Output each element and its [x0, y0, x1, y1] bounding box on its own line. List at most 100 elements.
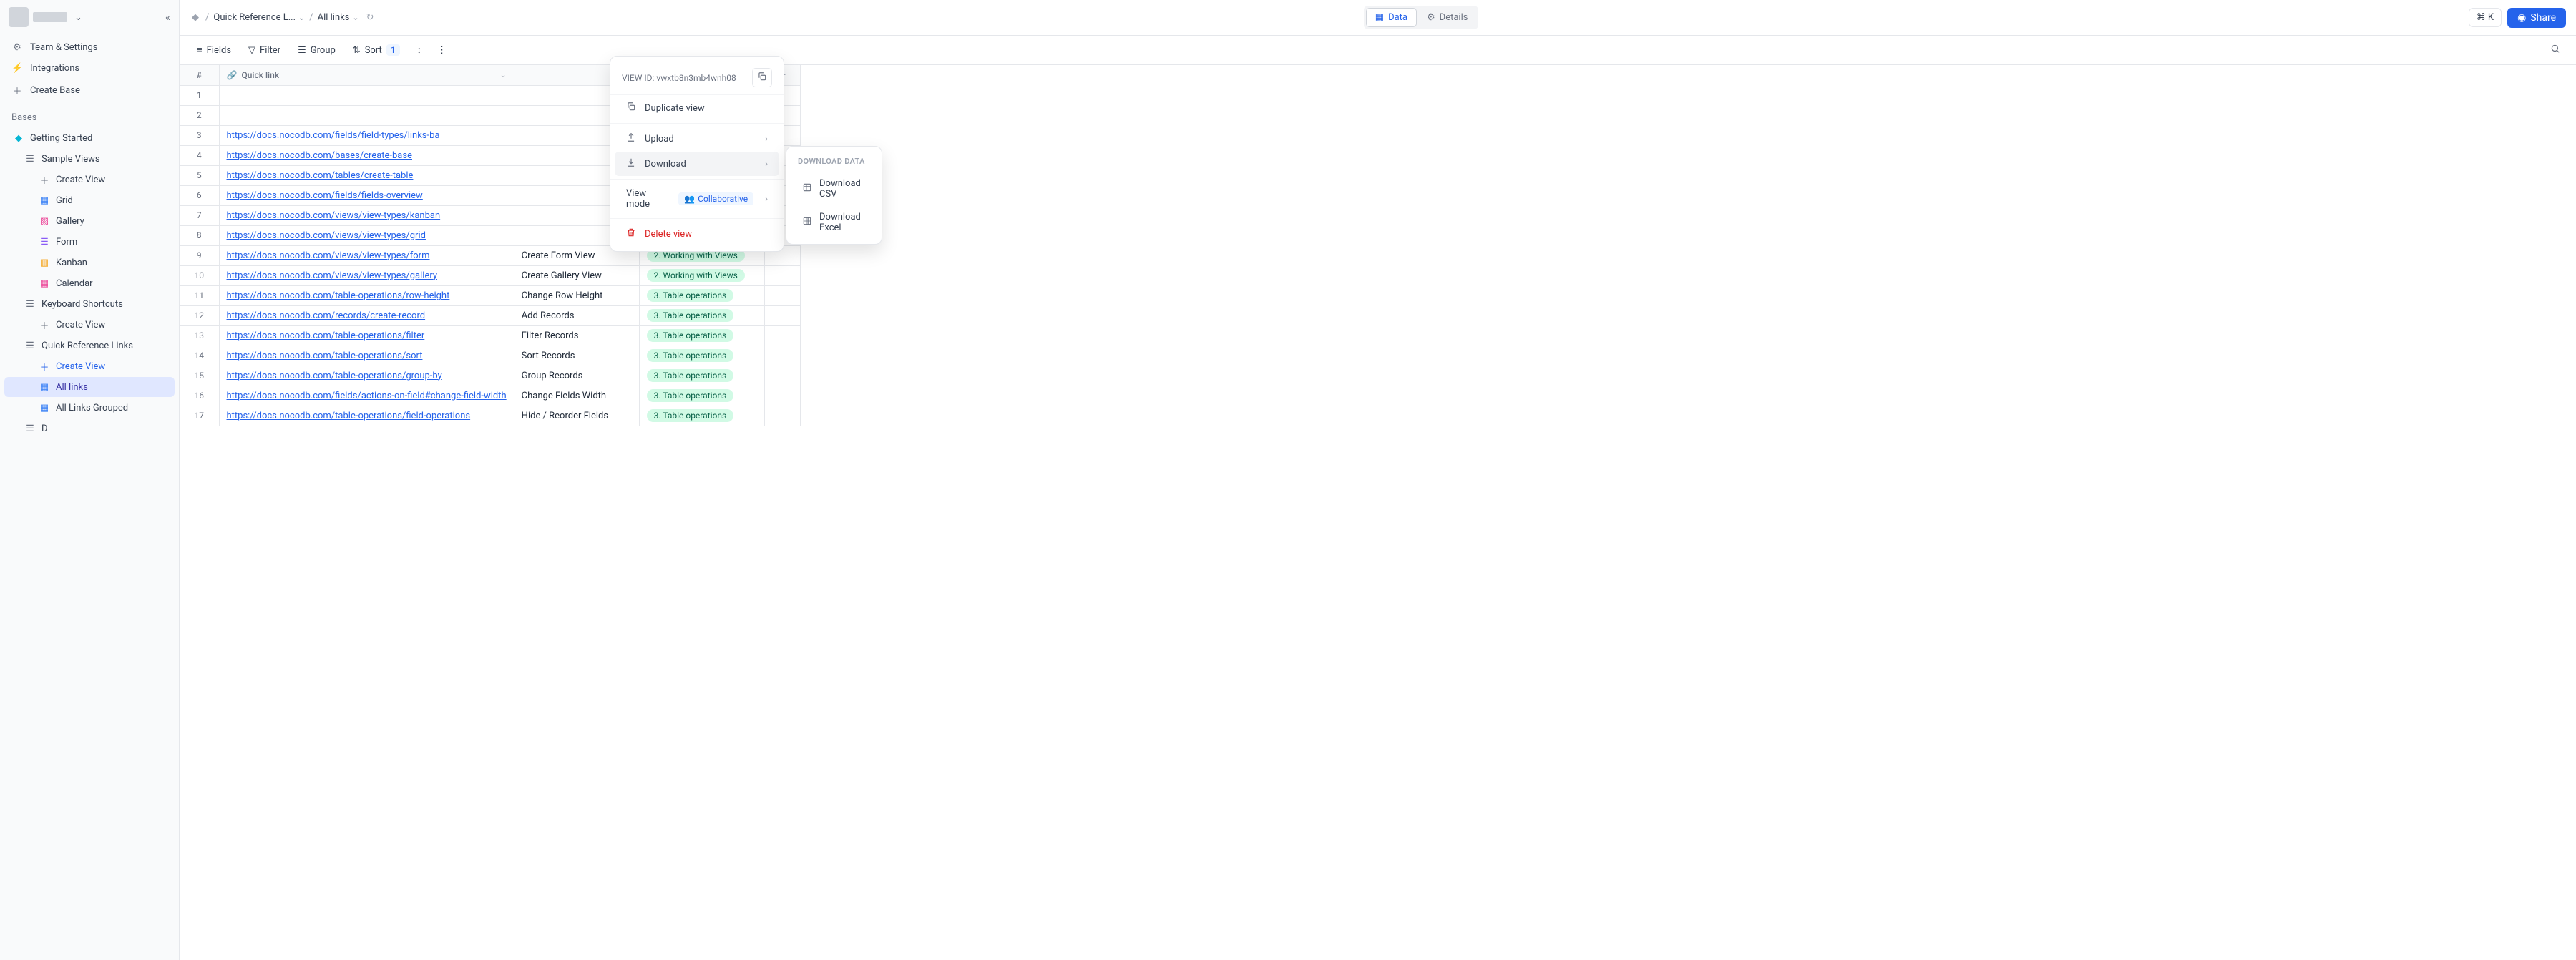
link[interactable]: https://docs.nocodb.com/views/view-types… [227, 270, 438, 281]
sidebar-table-sample-views[interactable]: ☰ Sample Views [4, 149, 175, 169]
quick-link-cell[interactable]: https://docs.nocodb.com/table-operations… [219, 325, 514, 346]
link[interactable]: https://docs.nocodb.com/fields/fields-ov… [227, 190, 423, 201]
category-cell[interactable]: 3. Table operations [639, 366, 764, 386]
command-k-button[interactable]: ⌘ K [2469, 8, 2502, 27]
quick-link-cell[interactable]: https://docs.nocodb.com/table-operations… [219, 366, 514, 386]
sidebar-collapse-button[interactable]: « [165, 11, 170, 24]
quick-link-cell[interactable]: https://docs.nocodb.com/table-operations… [219, 346, 514, 366]
sidebar-integrations[interactable]: ⚡ Integrations [0, 58, 179, 79]
quick-link-cell[interactable] [219, 85, 514, 105]
category-cell[interactable]: 3. Table operations [639, 386, 764, 406]
menu-download-excel[interactable]: Download Excel [791, 206, 877, 239]
toolbar-fields[interactable]: ≡ Fields [190, 41, 238, 59]
row-number-cell[interactable]: 11 [180, 285, 219, 305]
row-number-cell[interactable]: 3 [180, 125, 219, 145]
table-row[interactable]: 17 https://docs.nocodb.com/table-operatio… [180, 406, 800, 426]
link[interactable]: https://docs.nocodb.com/table-operations… [227, 290, 450, 301]
link[interactable]: https://docs.nocodb.com/table-operations… [227, 330, 425, 341]
sidebar-view-all-links[interactable]: ▦ All links [4, 377, 175, 397]
toolbar-group[interactable]: ☰ Group [291, 41, 343, 59]
column-header-rownum[interactable]: # [180, 65, 219, 85]
sidebar-view-gallery[interactable]: ▧ Gallery [4, 211, 175, 231]
tab-details[interactable]: ⚙ Details [1418, 8, 1476, 27]
description-cell[interactable]: Change Fields Width [514, 386, 639, 406]
sidebar-team-settings[interactable]: ⚙ Team & Settings [0, 37, 179, 58]
copy-view-id-button[interactable] [752, 68, 772, 87]
row-number-cell[interactable]: 12 [180, 305, 219, 325]
row-number-cell[interactable]: 2 [180, 105, 219, 125]
breadcrumb-table[interactable]: Quick Reference L... ⌄ [213, 12, 305, 23]
row-number-cell[interactable]: 9 [180, 245, 219, 265]
toolbar-sort[interactable]: ⇅ Sort 1 [346, 41, 407, 59]
category-cell[interactable]: 3. Table operations [639, 346, 764, 366]
row-number-cell[interactable]: 16 [180, 386, 219, 406]
description-cell[interactable]: Create Gallery View [514, 265, 639, 285]
row-number-cell[interactable]: 17 [180, 406, 219, 426]
row-number-cell[interactable]: 1 [180, 85, 219, 105]
sidebar-table-d[interactable]: ☰ D [4, 418, 175, 439]
table-row[interactable]: 16https://docs.nocodb.com/fields/actions… [180, 386, 800, 406]
row-number-cell[interactable]: 10 [180, 265, 219, 285]
share-button[interactable]: ◉ Share [2507, 8, 2566, 28]
sidebar-base-getting-started[interactable]: ◆ Getting Started [4, 128, 175, 148]
quick-link-cell[interactable]: https://docs.nocodb.com/views/view-types… [219, 205, 514, 225]
menu-duplicate-view[interactable]: Duplicate view [615, 96, 779, 120]
description-cell[interactable]: Add Records [514, 305, 639, 325]
quick-link-cell[interactable]: https://docs.nocodb.com/views/view-types… [219, 225, 514, 245]
row-number-cell[interactable]: 14 [180, 346, 219, 366]
category-cell[interactable]: 3. Table operations [639, 325, 764, 346]
sidebar-create-view[interactable]: ＋ Create View [4, 356, 175, 376]
description-cell[interactable]: Hide / Reorder Fields [514, 406, 639, 426]
link[interactable]: https://docs.nocodb.com/fields/field-typ… [227, 130, 440, 141]
description-cell[interactable]: Filter Records [514, 325, 639, 346]
row-number-cell[interactable]: 8 [180, 225, 219, 245]
menu-view-mode[interactable]: View mode 👥 Collaborative › [615, 182, 779, 215]
sidebar-view-form[interactable]: ☰ Form [4, 232, 175, 252]
quick-link-cell[interactable]: https://docs.nocodb.com/bases/create-bas… [219, 145, 514, 165]
table-row[interactable]: 10 https://docs.nocodb.com/views/view-typ… [180, 265, 800, 285]
table-row[interactable]: 13 https://docs.nocodb.com/table-operatio… [180, 325, 800, 346]
toolbar-search-button[interactable] [2545, 40, 2566, 60]
toolbar-more-button[interactable]: ⋮ [431, 41, 452, 59]
sidebar-create-view[interactable]: ＋ Create View [4, 315, 175, 335]
sidebar-table-quick-reference-links[interactable]: ☰ Quick Reference Links [4, 335, 175, 356]
category-cell[interactable]: 2. Working with Views [639, 265, 764, 285]
link[interactable]: https://docs.nocodb.com/records/create-r… [227, 310, 426, 321]
table-row[interactable]: 12 https://docs.nocodb.com/records/create… [180, 305, 800, 325]
row-number-cell[interactable]: 5 [180, 165, 219, 185]
link[interactable]: https://docs.nocodb.com/table-operations… [227, 351, 423, 361]
sidebar-view-grid[interactable]: ▦ Grid [4, 190, 175, 210]
menu-download-csv[interactable]: Download CSV [791, 172, 877, 205]
quick-link-cell[interactable] [219, 105, 514, 125]
category-cell[interactable]: 3. Table operations [639, 406, 764, 426]
menu-delete-view[interactable]: Delete view [615, 222, 779, 246]
link[interactable]: https://docs.nocodb.com/bases/create-bas… [227, 150, 413, 161]
table-row[interactable]: 11 https://docs.nocodb.com/table-operatio… [180, 285, 800, 305]
sidebar-view-calendar[interactable]: ▦ Calendar [4, 273, 175, 293]
sidebar-create-view[interactable]: ＋ Create View [4, 170, 175, 190]
breadcrumb-view[interactable]: All links ⌄ [318, 12, 359, 23]
data-grid[interactable]: # 🔗 Quick link ⌄ ⌄ [180, 65, 2576, 960]
workspace-switcher[interactable]: ⌄ « [0, 0, 179, 34]
sidebar-create-base[interactable]: ＋ Create Base [0, 79, 179, 102]
sidebar-view-all-links-grouped[interactable]: ▦ All Links Grouped [4, 398, 175, 418]
row-number-cell[interactable]: 13 [180, 325, 219, 346]
toolbar-row-height[interactable]: ↕ [410, 41, 429, 59]
sidebar-view-kanban[interactable]: ▥ Kanban [4, 253, 175, 273]
toolbar-filter[interactable]: ▽ Filter [241, 41, 288, 59]
row-number-cell[interactable]: 4 [180, 145, 219, 165]
quick-link-cell[interactable]: https://docs.nocodb.com/fields/actions-o… [219, 386, 514, 406]
description-cell[interactable]: Sort Records [514, 346, 639, 366]
quick-link-cell[interactable]: https://docs.nocodb.com/table-operations… [219, 406, 514, 426]
quick-link-cell[interactable]: https://docs.nocodb.com/fields/fields-ov… [219, 185, 514, 205]
menu-upload[interactable]: Upload › [615, 127, 779, 151]
link[interactable]: https://docs.nocodb.com/table-operations… [227, 411, 471, 421]
menu-download[interactable]: Download › [615, 152, 779, 176]
row-number-cell[interactable]: 15 [180, 366, 219, 386]
link[interactable]: https://docs.nocodb.com/views/view-types… [227, 230, 426, 241]
sidebar-table-keyboard-shortcuts[interactable]: ☰ Keyboard Shortcuts [4, 294, 175, 314]
link[interactable]: https://docs.nocodb.com/tables/create-ta… [227, 170, 414, 181]
tab-data[interactable]: ▦ Data [1366, 8, 1417, 27]
quick-link-cell[interactable]: https://docs.nocodb.com/table-operations… [219, 285, 514, 305]
quick-link-cell[interactable]: https://docs.nocodb.com/views/view-types… [219, 245, 514, 265]
